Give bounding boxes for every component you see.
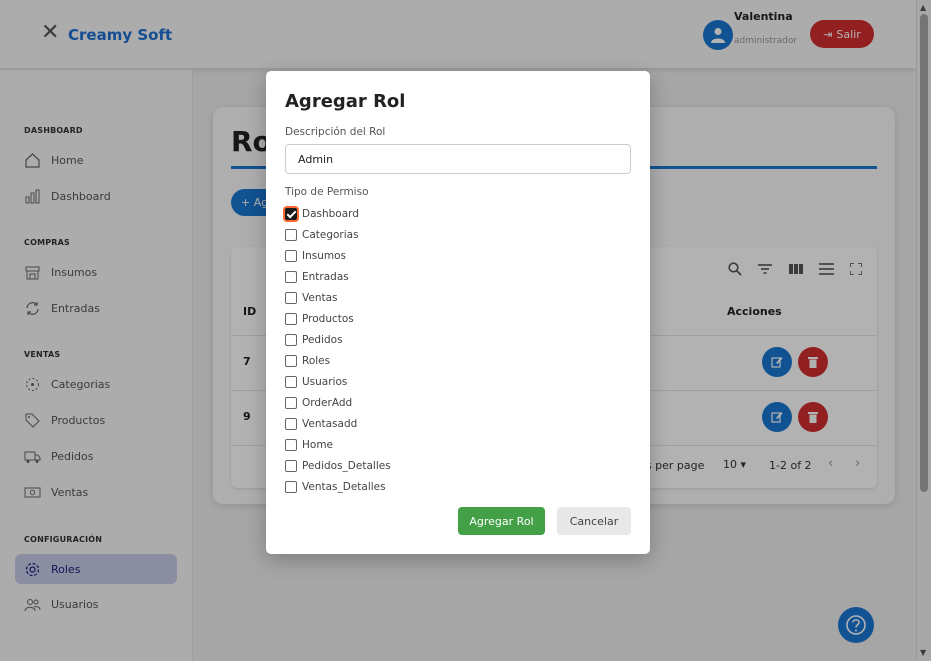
permission-label: Categorias: [302, 229, 359, 241]
permission-label: Ventasadd: [302, 418, 358, 430]
permission-label: Entradas: [302, 271, 349, 283]
permission-label: Roles: [302, 355, 331, 367]
permission-option[interactable]: Categorias: [285, 227, 359, 243]
permission-option[interactable]: Home: [285, 437, 333, 453]
permission-checkbox[interactable]: [285, 355, 297, 367]
permission-label: Usuarios: [302, 376, 348, 388]
permission-label: Insumos: [302, 250, 346, 262]
permission-option[interactable]: Entradas: [285, 269, 349, 285]
description-label: Descripción del Rol: [285, 126, 386, 138]
permission-option[interactable]: OrderAdd: [285, 395, 352, 411]
add-role-dialog: Agregar Rol Descripción del Rol Tipo de …: [266, 71, 650, 554]
permission-label: OrderAdd: [302, 397, 353, 409]
permission-label: Productos: [302, 313, 354, 325]
permission-option[interactable]: Usuarios: [285, 374, 347, 390]
permission-option[interactable]: Pedidos_Detalles: [285, 458, 391, 474]
permission-checkbox[interactable]: [285, 271, 297, 283]
permission-label: Ventas: [302, 292, 338, 304]
permission-label: Pedidos: [302, 334, 343, 346]
permission-option[interactable]: Roles: [285, 353, 330, 369]
permission-option[interactable]: Dashboard: [285, 206, 359, 222]
permission-checkbox[interactable]: [285, 397, 297, 409]
permission-label: Dashboard: [302, 208, 359, 220]
permission-checkbox[interactable]: [285, 439, 297, 451]
permission-checkbox[interactable]: [285, 418, 297, 430]
role-description-input[interactable]: [285, 144, 631, 174]
permission-option[interactable]: Ventasadd: [285, 416, 357, 432]
add-role-submit-button[interactable]: Agregar Rol: [458, 507, 545, 535]
permission-option[interactable]: Ventas: [285, 290, 338, 306]
permission-checkbox[interactable]: [285, 460, 297, 472]
permission-checkbox[interactable]: [285, 334, 297, 346]
permission-option[interactable]: Pedidos: [285, 332, 343, 348]
permission-option[interactable]: Productos: [285, 311, 354, 327]
permission-checkbox[interactable]: [285, 376, 297, 388]
permission-checkbox[interactable]: [285, 313, 297, 325]
permission-label: Home: [302, 439, 334, 451]
permission-checkbox[interactable]: [285, 208, 297, 220]
cancel-button[interactable]: Cancelar: [557, 507, 631, 535]
permission-checkbox[interactable]: [285, 481, 297, 493]
permission-checkbox[interactable]: [285, 250, 297, 262]
permission-checkbox[interactable]: [285, 292, 297, 304]
permission-option[interactable]: Ventas_Detalles: [285, 479, 386, 495]
permission-option[interactable]: Insumos: [285, 248, 346, 264]
permission-label: Ventas_Detalles: [302, 481, 386, 493]
dialog-title: Agregar Rol: [285, 91, 406, 112]
permission-checkbox[interactable]: [285, 229, 297, 241]
permission-label: Pedidos_Detalles: [302, 460, 391, 472]
permission-type-label: Tipo de Permiso: [285, 186, 369, 198]
